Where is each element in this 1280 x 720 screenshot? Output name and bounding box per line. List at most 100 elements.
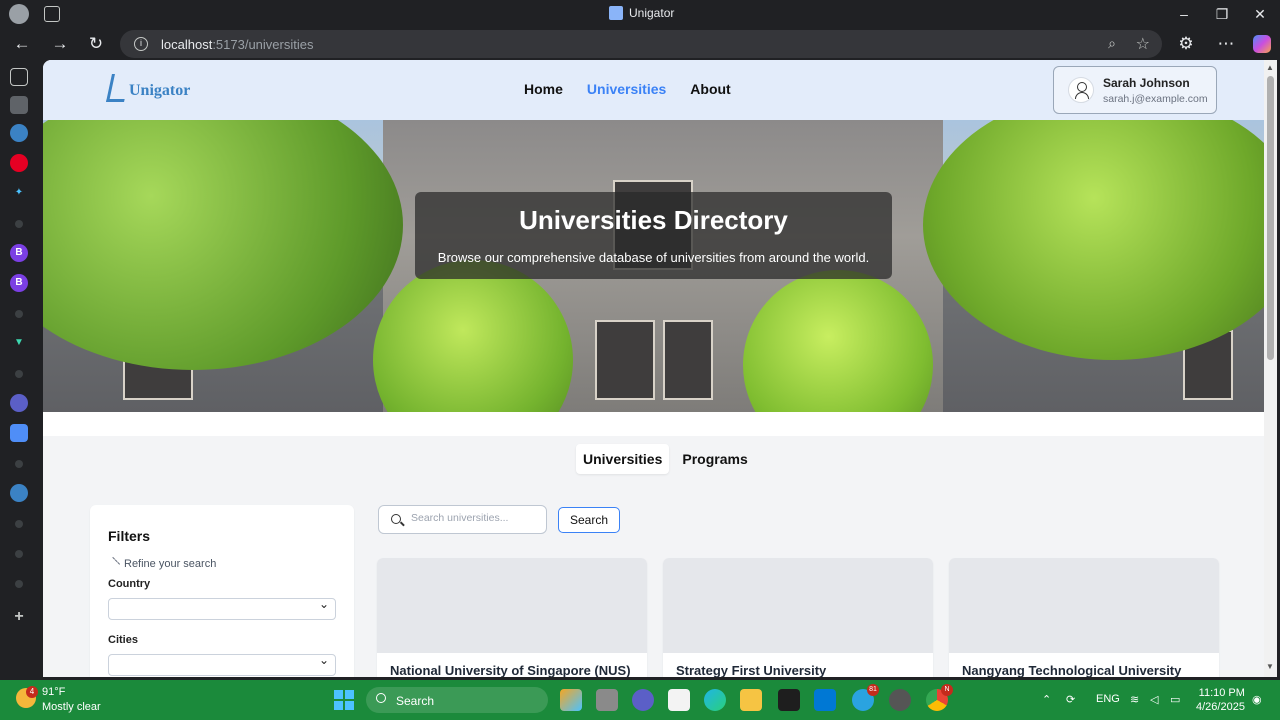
sidebar-add-icon[interactable]: +: [10, 608, 28, 626]
scroll-up-icon[interactable]: ▲: [1266, 63, 1274, 72]
taskbar-store-icon[interactable]: [668, 689, 690, 711]
sidebar-sparkle-icon[interactable]: ✦: [10, 184, 28, 202]
favorite-star-icon[interactable]: ☆: [1136, 34, 1150, 54]
tray-battery-icon[interactable]: ▭: [1170, 693, 1180, 706]
tray-volume-icon[interactable]: ◁: [1150, 693, 1158, 706]
address-bar[interactable]: i localhost:5173/universities ⌕ ☆: [120, 30, 1162, 58]
sidebar-app-icon-3[interactable]: [10, 484, 28, 502]
browser-sidebar: ✦ B B ▼ +: [0, 60, 38, 680]
taskbar-app-icon[interactable]: [889, 689, 911, 711]
taskbar-vscode-icon[interactable]: [814, 689, 836, 711]
user-profile-card[interactable]: Sarah Johnson sarah.j@example.com: [1053, 66, 1217, 114]
tab-universities[interactable]: Universities: [576, 444, 670, 474]
weather-badge: 4: [26, 686, 38, 698]
tray-language[interactable]: ENG: [1096, 693, 1120, 705]
university-card-3[interactable]: Nangyang Technological University: [949, 558, 1219, 677]
sidebar-search-icon-2[interactable]: [15, 310, 23, 318]
taskbar-explorer-icon[interactable]: [740, 689, 762, 711]
browser-toolbar: ← → ↻ i localhost:5173/universities ⌕ ☆ …: [0, 28, 1280, 60]
web-page: Unigator Home Universities About Sarah J…: [43, 60, 1277, 677]
taskbar-search-label: Search: [396, 694, 435, 708]
refine-hint: Refine your search: [105, 556, 216, 572]
tray-wifi-icon[interactable]: ≋: [1130, 693, 1139, 706]
taskbar-widgets-icon[interactable]: [560, 689, 582, 711]
content-tabs: Universities Programs: [576, 444, 755, 474]
site-logo[interactable]: Unigator: [106, 74, 191, 102]
taskbar-teams-icon[interactable]: [632, 689, 654, 711]
university-image-placeholder: [377, 558, 647, 653]
sidebar-shield-icon[interactable]: [10, 424, 28, 442]
scroll-down-icon[interactable]: ▼: [1266, 662, 1274, 671]
sidebar-search-icon-3[interactable]: [15, 370, 23, 378]
sidebar-bootstrap-icon-2[interactable]: B: [10, 274, 28, 292]
back-icon[interactable]: ←: [10, 32, 34, 56]
sidebar-search-icon-6[interactable]: [15, 550, 23, 558]
search-button[interactable]: Search: [558, 507, 620, 533]
taskbar-chrome-icon[interactable]: N: [926, 684, 953, 711]
taskbar-clock[interactable]: 11:10 PM 4/26/2025: [1196, 686, 1245, 714]
tray-chevron-icon[interactable]: ⌃: [1042, 693, 1051, 706]
taskbar-taskview-icon[interactable]: [596, 689, 618, 711]
hero-divider: [43, 412, 1264, 436]
tab-actions-icon[interactable]: [44, 6, 60, 22]
country-select[interactable]: [108, 597, 336, 620]
minimize-icon[interactable]: –: [1174, 4, 1194, 24]
university-image-placeholder: [949, 558, 1219, 653]
zoom-icon[interactable]: ⌕: [1108, 35, 1116, 52]
university-card[interactable]: National University of Singapore (NUS): [377, 558, 647, 677]
site-header: Unigator Home Universities About Sarah J…: [43, 60, 1264, 120]
sidebar-vue-icon[interactable]: ▼: [10, 334, 28, 352]
tray-sync-icon[interactable]: ⟳: [1066, 693, 1075, 706]
site-favicon-icon: [609, 6, 623, 20]
filters-title: Filters: [108, 528, 151, 544]
sidebar-search-icon-5[interactable]: [15, 520, 23, 528]
user-email: sarah.j@example.com: [1103, 93, 1208, 105]
taskbar-edge-icon[interactable]: [704, 689, 726, 711]
university-card-2[interactable]: Strategy First University: [663, 558, 933, 677]
weather-temperature: 91°F: [42, 686, 66, 698]
sidebar-search-icon-4[interactable]: [15, 460, 23, 468]
sidebar-pinterest-icon[interactable]: [10, 154, 28, 172]
nav-home[interactable]: Home: [524, 81, 563, 97]
hero-overlay: Universities Directory Browse our compre…: [415, 192, 892, 279]
copilot-icon[interactable]: [1250, 32, 1274, 56]
page-scrollbar[interactable]: ▲ ▼: [1264, 60, 1277, 677]
more-menu-icon[interactable]: ⋯: [1214, 32, 1238, 56]
forward-icon[interactable]: →: [48, 32, 72, 56]
hero-banner: Universities Directory Browse our compre…: [43, 120, 1264, 412]
extensions-icon[interactable]: ⚙: [1174, 32, 1198, 56]
refresh-icon[interactable]: ↻: [84, 32, 108, 56]
taskbar-telegram-icon[interactable]: 81: [852, 684, 879, 711]
taskbar-search[interactable]: Search: [366, 687, 548, 713]
sidebar-tabs-icon[interactable]: [10, 68, 28, 86]
sidebar-unigator-icon[interactable]: [10, 96, 28, 114]
clock-time: 11:10 PM: [1198, 687, 1245, 699]
logo-text: Unigator: [129, 82, 191, 99]
nav-about[interactable]: About: [690, 81, 730, 97]
cities-select[interactable]: [108, 653, 336, 676]
profile-avatar[interactable]: [9, 4, 29, 24]
filters-panel: Filters Refine your search Country Citie…: [90, 505, 354, 677]
notification-bell-icon[interactable]: ◉: [1252, 693, 1262, 706]
country-label: Country: [108, 578, 151, 590]
browser-title-bar: Unigator – ❐ ✕: [0, 0, 1280, 28]
url-text[interactable]: localhost:5173/universities: [161, 37, 313, 52]
sidebar-search-icon-7[interactable]: [15, 580, 23, 588]
tab-programs[interactable]: Programs: [675, 444, 754, 474]
search-input[interactable]: [411, 512, 539, 524]
scrollbar-thumb[interactable]: [1267, 76, 1274, 360]
sidebar-app-icon-2[interactable]: [10, 394, 28, 412]
nav-universities[interactable]: Universities: [587, 81, 666, 97]
window-title: Unigator: [609, 6, 674, 20]
cities-label: Cities: [108, 634, 138, 646]
sidebar-search-icon[interactable]: [15, 220, 23, 228]
site-info-icon[interactable]: i: [134, 37, 148, 51]
taskbar-figma-icon[interactable]: [778, 689, 800, 711]
chrome-badge: N: [941, 684, 953, 696]
sidebar-app-icon[interactable]: [10, 124, 28, 142]
maximize-icon[interactable]: ❐: [1212, 4, 1232, 24]
magic-wand-icon: [105, 556, 121, 572]
sidebar-bootstrap-icon[interactable]: B: [10, 244, 28, 262]
start-button-icon[interactable]: [334, 690, 354, 710]
close-icon[interactable]: ✕: [1250, 4, 1270, 24]
